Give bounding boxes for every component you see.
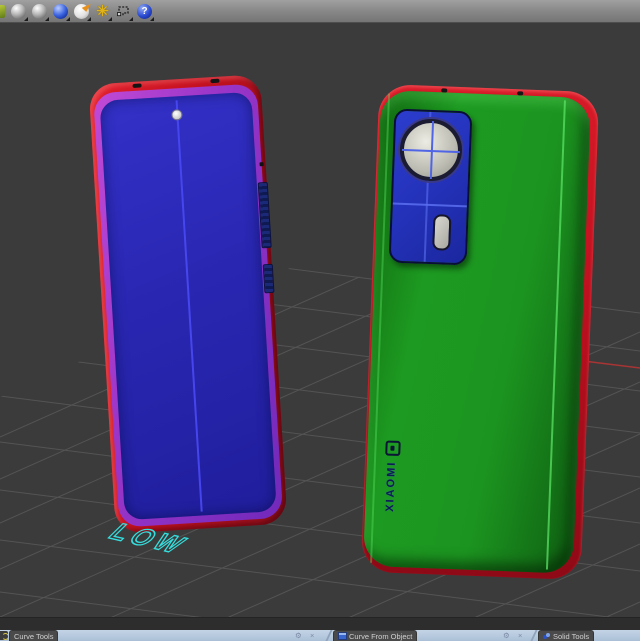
tab-divider [325, 630, 332, 641]
dropdown-arrow-icon[interactable] [150, 17, 154, 21]
top-toolbar: ✳ ? [0, 0, 640, 23]
power-button-model [263, 264, 275, 294]
brand-badge-icon [385, 440, 401, 456]
camera-flash [432, 214, 451, 251]
tab-divider [530, 630, 537, 641]
window-icon [338, 632, 347, 640]
dropdown-arrow-icon[interactable] [129, 17, 133, 21]
phone-front-model[interactable] [88, 74, 287, 534]
tab-label: Curve From Object [349, 632, 412, 641]
camera-module [389, 109, 473, 266]
screen-center-seam [176, 100, 203, 511]
cone-glyph [82, 1, 92, 12]
partial-tool-icon[interactable] [0, 5, 5, 18]
gear-icon[interactable]: ⚙ [295, 630, 302, 641]
close-icon[interactable]: × [310, 630, 314, 641]
3d-viewport[interactable]: LOW XIAOMI [0, 22, 640, 630]
antenna-notch [441, 88, 447, 92]
brand-logo-text: XIAOMI [384, 460, 398, 512]
close-icon[interactable]: × [518, 630, 522, 641]
help-icon[interactable]: ? [135, 2, 154, 21]
spotlight-sphere-icon[interactable] [72, 2, 91, 21]
camera-lens [399, 118, 463, 182]
gear-glyph: ✳ [96, 4, 109, 19]
camera-punch-hole [171, 109, 183, 121]
partial-tab-icon[interactable] [0, 631, 8, 640]
material-sphere-2-icon[interactable] [30, 2, 49, 21]
antenna-notch [517, 91, 523, 95]
dropdown-arrow-icon[interactable] [87, 17, 91, 21]
dropdown-arrow-icon[interactable] [108, 17, 112, 21]
phone-back-model[interactable]: XIAOMI [361, 84, 600, 580]
render-gear-icon[interactable]: ✳ [93, 2, 112, 21]
lasso-select-icon[interactable] [114, 2, 133, 21]
module-grid-line-h [393, 203, 467, 208]
toolbar-tab-bar: Curve Tools ⚙ × Curve From Object ⚙ × So… [0, 630, 640, 641]
tab-curve-from-object[interactable]: Curve From Object [333, 630, 417, 641]
dropdown-arrow-icon[interactable] [45, 17, 49, 21]
tab-label: Curve Tools [14, 632, 53, 641]
side-detail-dot [259, 162, 263, 166]
solid-dots-icon [543, 633, 551, 640]
material-sphere-icon[interactable] [9, 2, 28, 21]
tab-solid-tools[interactable]: Solid Tools [538, 630, 594, 641]
body-seam-right [546, 100, 566, 570]
gear-icon[interactable]: ⚙ [503, 630, 510, 641]
dropdown-arrow-icon[interactable] [66, 17, 70, 21]
phone-front-screen [99, 92, 276, 520]
blue-material-sphere-icon[interactable] [51, 2, 70, 21]
dropdown-arrow-icon[interactable] [24, 17, 28, 21]
brand-logo: XIAOMI [382, 440, 401, 512]
antenna-notch [132, 83, 141, 88]
tab-label: Solid Tools [553, 632, 589, 641]
phone-back-body: XIAOMI [363, 90, 591, 574]
viewport-bottom-band [0, 617, 640, 630]
antenna-notch [210, 79, 219, 84]
tab-curve-tools[interactable]: Curve Tools [9, 630, 58, 641]
